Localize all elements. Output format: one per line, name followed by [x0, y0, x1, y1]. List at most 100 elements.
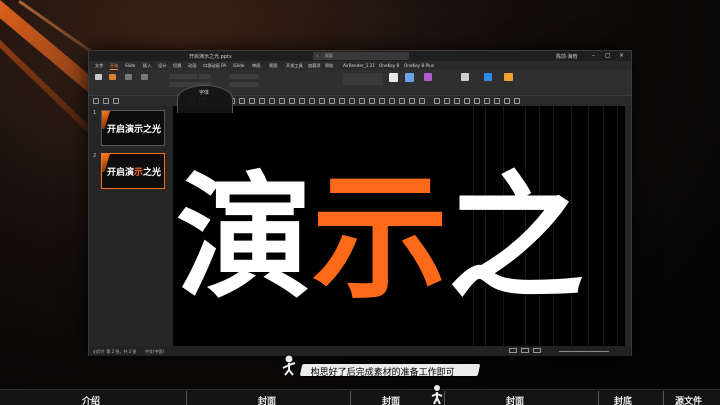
find-icon[interactable]: [461, 73, 469, 81]
fragment-icon[interactable]: [329, 98, 335, 104]
zoom-icon[interactable]: [419, 98, 425, 104]
tab-slide[interactable]: Slide: [125, 63, 135, 68]
shapes-gallery[interactable]: [343, 73, 383, 85]
thumbnail-title-c: 之光: [143, 168, 162, 178]
undo-icon[interactable]: [93, 98, 99, 104]
rotate-icon[interactable]: [259, 98, 265, 104]
distribute-icon[interactable]: [239, 98, 245, 104]
lock-icon[interactable]: [379, 98, 385, 104]
chapter-divider: [186, 391, 187, 405]
font-size-select[interactable]: [199, 74, 211, 79]
video-icon[interactable]: [464, 98, 470, 104]
tab-insert[interactable]: 插入: [143, 63, 151, 69]
font-tooltip: 字体: [177, 85, 233, 113]
tab-view[interactable]: 视图: [269, 63, 277, 69]
fill-icon[interactable]: [424, 73, 432, 81]
tab-home[interactable]: 开始: [110, 63, 119, 70]
tab-animations[interactable]: 动画: [188, 63, 196, 69]
grid-icon[interactable]: [389, 98, 395, 104]
video-frame: { "window": { "title": "开启演示之光.pptx", "s…: [0, 0, 720, 405]
chapter-progress-bar: 介绍 封面 封面 封面 封底 源文件: [0, 389, 720, 405]
window-title: 开启演示之光.pptx: [189, 54, 232, 60]
tab-design[interactable]: 设计: [158, 63, 166, 69]
ribbon-toolbar: [89, 70, 631, 96]
chapter-cover-1[interactable]: 封面: [258, 394, 276, 405]
zoom-slider[interactable]: [559, 351, 609, 352]
chapter-back-cover[interactable]: 封底: [614, 394, 632, 405]
normal-view-icon[interactable]: [509, 348, 517, 353]
arrange-icon[interactable]: [389, 73, 398, 82]
crop-icon[interactable]: [279, 98, 285, 104]
quick-styles-icon[interactable]: [405, 73, 414, 82]
title-char-1: 演: [176, 158, 312, 318]
merge-icon[interactable]: [289, 98, 295, 104]
designer-icon[interactable]: [504, 73, 513, 81]
maximize-icon[interactable]: ▢: [605, 52, 611, 59]
chart-icon[interactable]: [434, 98, 440, 104]
equation-icon[interactable]: [514, 98, 520, 104]
audio-icon[interactable]: [474, 98, 480, 104]
tab-airrender[interactable]: AirRender_1.21: [343, 63, 375, 68]
new-slide-icon[interactable]: [109, 74, 116, 80]
intersect-icon[interactable]: [319, 98, 325, 104]
paste-icon[interactable]: [95, 74, 102, 80]
subtitle-box: 构思好了后完成素材的准备工作即可: [298, 363, 482, 378]
dictate-icon[interactable]: [484, 73, 492, 81]
reading-view-icon[interactable]: [533, 348, 541, 353]
chapter-cover-3[interactable]: 封面: [506, 394, 524, 405]
tab-addins[interactable]: 加载项: [308, 63, 321, 69]
format-painter-icon[interactable]: [349, 98, 355, 104]
quick-tools-row: [89, 96, 631, 106]
tab-help[interactable]: 帮助: [325, 63, 333, 69]
chapter-divider: [444, 391, 445, 405]
close-icon[interactable]: ×: [619, 52, 624, 59]
slide-thumbnail-1[interactable]: 开启演示之光: [101, 110, 165, 146]
tab-islide[interactable]: iSlide: [233, 63, 244, 68]
save-icon[interactable]: [113, 98, 119, 104]
symbol-icon[interactable]: [504, 98, 510, 104]
chapter-intro[interactable]: 介绍: [82, 394, 100, 405]
align-row[interactable]: [229, 82, 259, 87]
union-icon[interactable]: [299, 98, 305, 104]
link-icon[interactable]: [484, 98, 490, 104]
redo-icon[interactable]: [103, 98, 109, 104]
table-icon[interactable]: [444, 98, 450, 104]
thumbnail-title-accent: 示: [134, 168, 144, 178]
chapter-source-file[interactable]: 源文件: [675, 394, 702, 405]
tab-review[interactable]: 审阅: [252, 63, 260, 69]
guides-icon[interactable]: [399, 98, 405, 104]
slide-thumbnail-2[interactable]: 开启演示之光: [101, 153, 165, 189]
chapter-cover-2[interactable]: 封面: [382, 394, 400, 405]
picture-icon[interactable]: [454, 98, 460, 104]
tab-transitions[interactable]: 切换: [173, 63, 181, 69]
layout-icon[interactable]: [125, 74, 132, 80]
bring-front-icon[interactable]: [359, 98, 365, 104]
ruler-icon[interactable]: [409, 98, 415, 104]
minimize-icon[interactable]: –: [592, 52, 595, 59]
user-name[interactable]: 陈前·海晗: [556, 53, 578, 60]
subtract-icon[interactable]: [309, 98, 315, 104]
font-name-select[interactable]: [169, 74, 197, 79]
status-bar: 幻灯片 第 2 张，共 2 张 中文(中国): [89, 346, 631, 356]
thumbnail-title-a: 开启演: [107, 168, 135, 178]
flip-icon[interactable]: [269, 98, 275, 104]
chapter-divider: [663, 391, 664, 405]
slide-canvas[interactable]: 演示之: [173, 106, 625, 346]
language-indicator[interactable]: 中文(中国): [145, 349, 164, 355]
comment-icon[interactable]: [494, 98, 500, 104]
tab-onekey8[interactable]: OneKey 8: [379, 63, 399, 68]
search-box[interactable]: ⌕ 搜索: [313, 52, 409, 60]
send-back-icon[interactable]: [369, 98, 375, 104]
reset-icon[interactable]: [141, 74, 148, 80]
slide-title-text[interactable]: 演示之: [176, 170, 584, 306]
sorter-view-icon[interactable]: [521, 348, 529, 353]
slide-thumbnail-pane: 1 开启演示之光 2 开启演示之光: [89, 106, 168, 346]
group-icon[interactable]: [249, 98, 255, 104]
paragraph-row[interactable]: [229, 74, 259, 79]
eyedropper-icon[interactable]: [339, 98, 345, 104]
thumbnail-number: 2: [93, 153, 97, 159]
tab-file[interactable]: 文件: [95, 63, 103, 69]
tab-pocket-animation[interactable]: 口袋动画 PA: [203, 63, 226, 69]
tab-onekey8plus[interactable]: OneKey 8 Plus: [404, 63, 434, 68]
tab-developer[interactable]: 开发工具: [286, 63, 303, 69]
